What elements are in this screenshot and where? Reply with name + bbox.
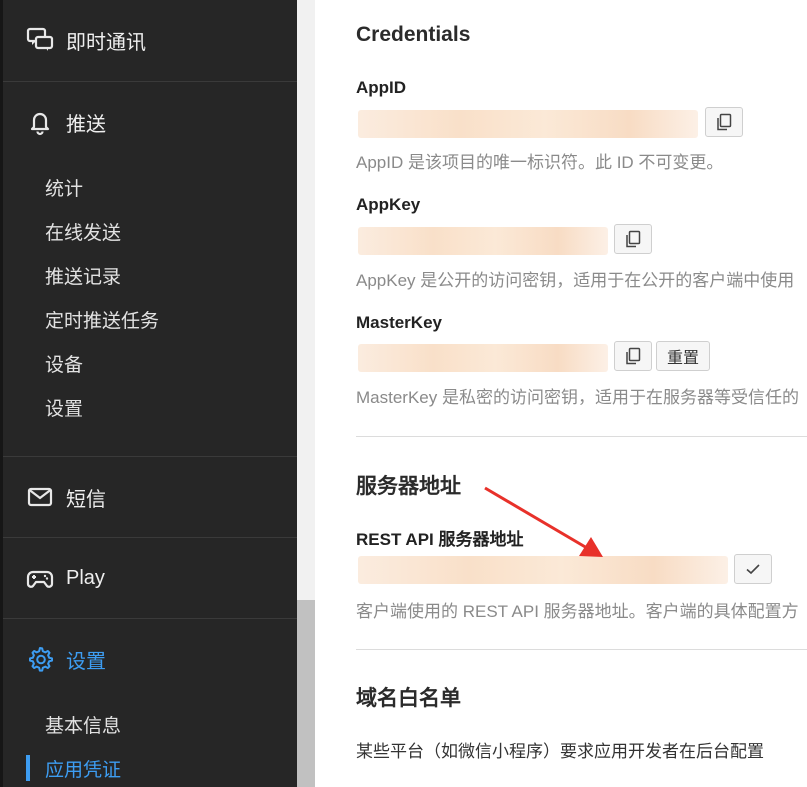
active-indicator bbox=[26, 755, 30, 781]
domain-whitelist-title: 域名白名单 bbox=[356, 687, 461, 710]
masterkey-value[interactable] bbox=[358, 344, 608, 372]
sidebar: 即时通讯 推送 统计 在线发送 推送记录 定时推送任务 设备 设置 短信 Pla… bbox=[0, 0, 297, 787]
nav-sms-label: 短信 bbox=[66, 488, 106, 511]
nav-play-label: Play bbox=[66, 566, 105, 589]
nav-play[interactable]: Play bbox=[0, 560, 297, 596]
push-item-send[interactable]: 在线发送 bbox=[45, 218, 121, 245]
reset-masterkey-button[interactable]: 重置 bbox=[656, 341, 710, 371]
sidebar-divider bbox=[3, 81, 297, 82]
masterkey-help: MasterKey 是私密的访问密钥，适用于在服务器等受信任的 bbox=[356, 388, 799, 407]
appkey-value[interactable] bbox=[358, 227, 608, 255]
reset-button-label: 重置 bbox=[666, 350, 699, 367]
nav-im[interactable]: 即时通讯 bbox=[0, 22, 297, 58]
nav-push[interactable]: 推送 bbox=[0, 104, 297, 140]
appid-label: AppID bbox=[356, 78, 407, 97]
server-address-title: 服务器地址 bbox=[356, 475, 461, 498]
push-item-settings[interactable]: 设置 bbox=[45, 394, 83, 421]
section-divider bbox=[356, 436, 807, 437]
masterkey-label: MasterKey bbox=[356, 313, 442, 332]
copy-icon bbox=[717, 113, 732, 131]
copy-appkey-button[interactable] bbox=[614, 224, 652, 254]
appid-help: AppID 是该项目的唯一标识符。此 ID 不可变更。 bbox=[356, 153, 724, 172]
gamepad-icon bbox=[26, 570, 54, 588]
section-divider bbox=[356, 649, 807, 650]
rest-api-help: 客户端使用的 REST API 服务器地址。客户端的具体配置方 bbox=[356, 602, 799, 621]
scrollbar-thumb[interactable] bbox=[297, 600, 315, 787]
push-item-scheduled[interactable]: 定时推送任务 bbox=[45, 306, 159, 333]
credentials-title: Credentials bbox=[356, 23, 471, 46]
sidebar-divider bbox=[3, 456, 297, 457]
sidebar-divider bbox=[3, 537, 297, 538]
red-arrow bbox=[484, 486, 603, 557]
domain-whitelist-help: 某些平台（如微信小程序）要求应用开发者在后台配置 bbox=[356, 742, 764, 761]
settings-item-credentials[interactable]: 应用凭证 bbox=[45, 755, 121, 782]
settings-item-basic-info[interactable]: 基本信息 bbox=[45, 711, 121, 738]
sidebar-divider bbox=[3, 618, 297, 619]
copy-appid-button[interactable] bbox=[705, 107, 743, 137]
nav-push-label: 推送 bbox=[66, 113, 106, 136]
appkey-label: AppKey bbox=[356, 195, 421, 214]
check-icon bbox=[746, 564, 760, 575]
appkey-help: AppKey 是公开的访问密钥，适用于在公开的客户端中使用 bbox=[356, 271, 795, 290]
bell-icon bbox=[30, 112, 50, 136]
gear-icon bbox=[29, 647, 53, 672]
nav-settings-label: 设置 bbox=[66, 650, 106, 673]
chat-bubbles-icon bbox=[26, 27, 54, 51]
main-content: Credentials AppID AppID 是该项目的唯一标识符。此 ID … bbox=[315, 0, 807, 787]
push-item-stats[interactable]: 统计 bbox=[45, 174, 83, 201]
push-item-records[interactable]: 推送记录 bbox=[45, 262, 121, 289]
appid-value[interactable] bbox=[358, 110, 698, 138]
copied-check-button[interactable] bbox=[734, 554, 772, 584]
envelope-icon bbox=[27, 487, 53, 507]
copy-icon bbox=[626, 347, 641, 365]
nav-im-label: 即时通讯 bbox=[66, 31, 146, 54]
nav-sms[interactable]: 短信 bbox=[0, 479, 297, 515]
nav-settings[interactable]: 设置 bbox=[0, 641, 297, 677]
sidebar-scrollbar[interactable] bbox=[297, 0, 315, 787]
copy-masterkey-button[interactable] bbox=[614, 341, 652, 371]
copy-icon bbox=[626, 230, 641, 248]
push-item-devices[interactable]: 设备 bbox=[45, 350, 83, 377]
